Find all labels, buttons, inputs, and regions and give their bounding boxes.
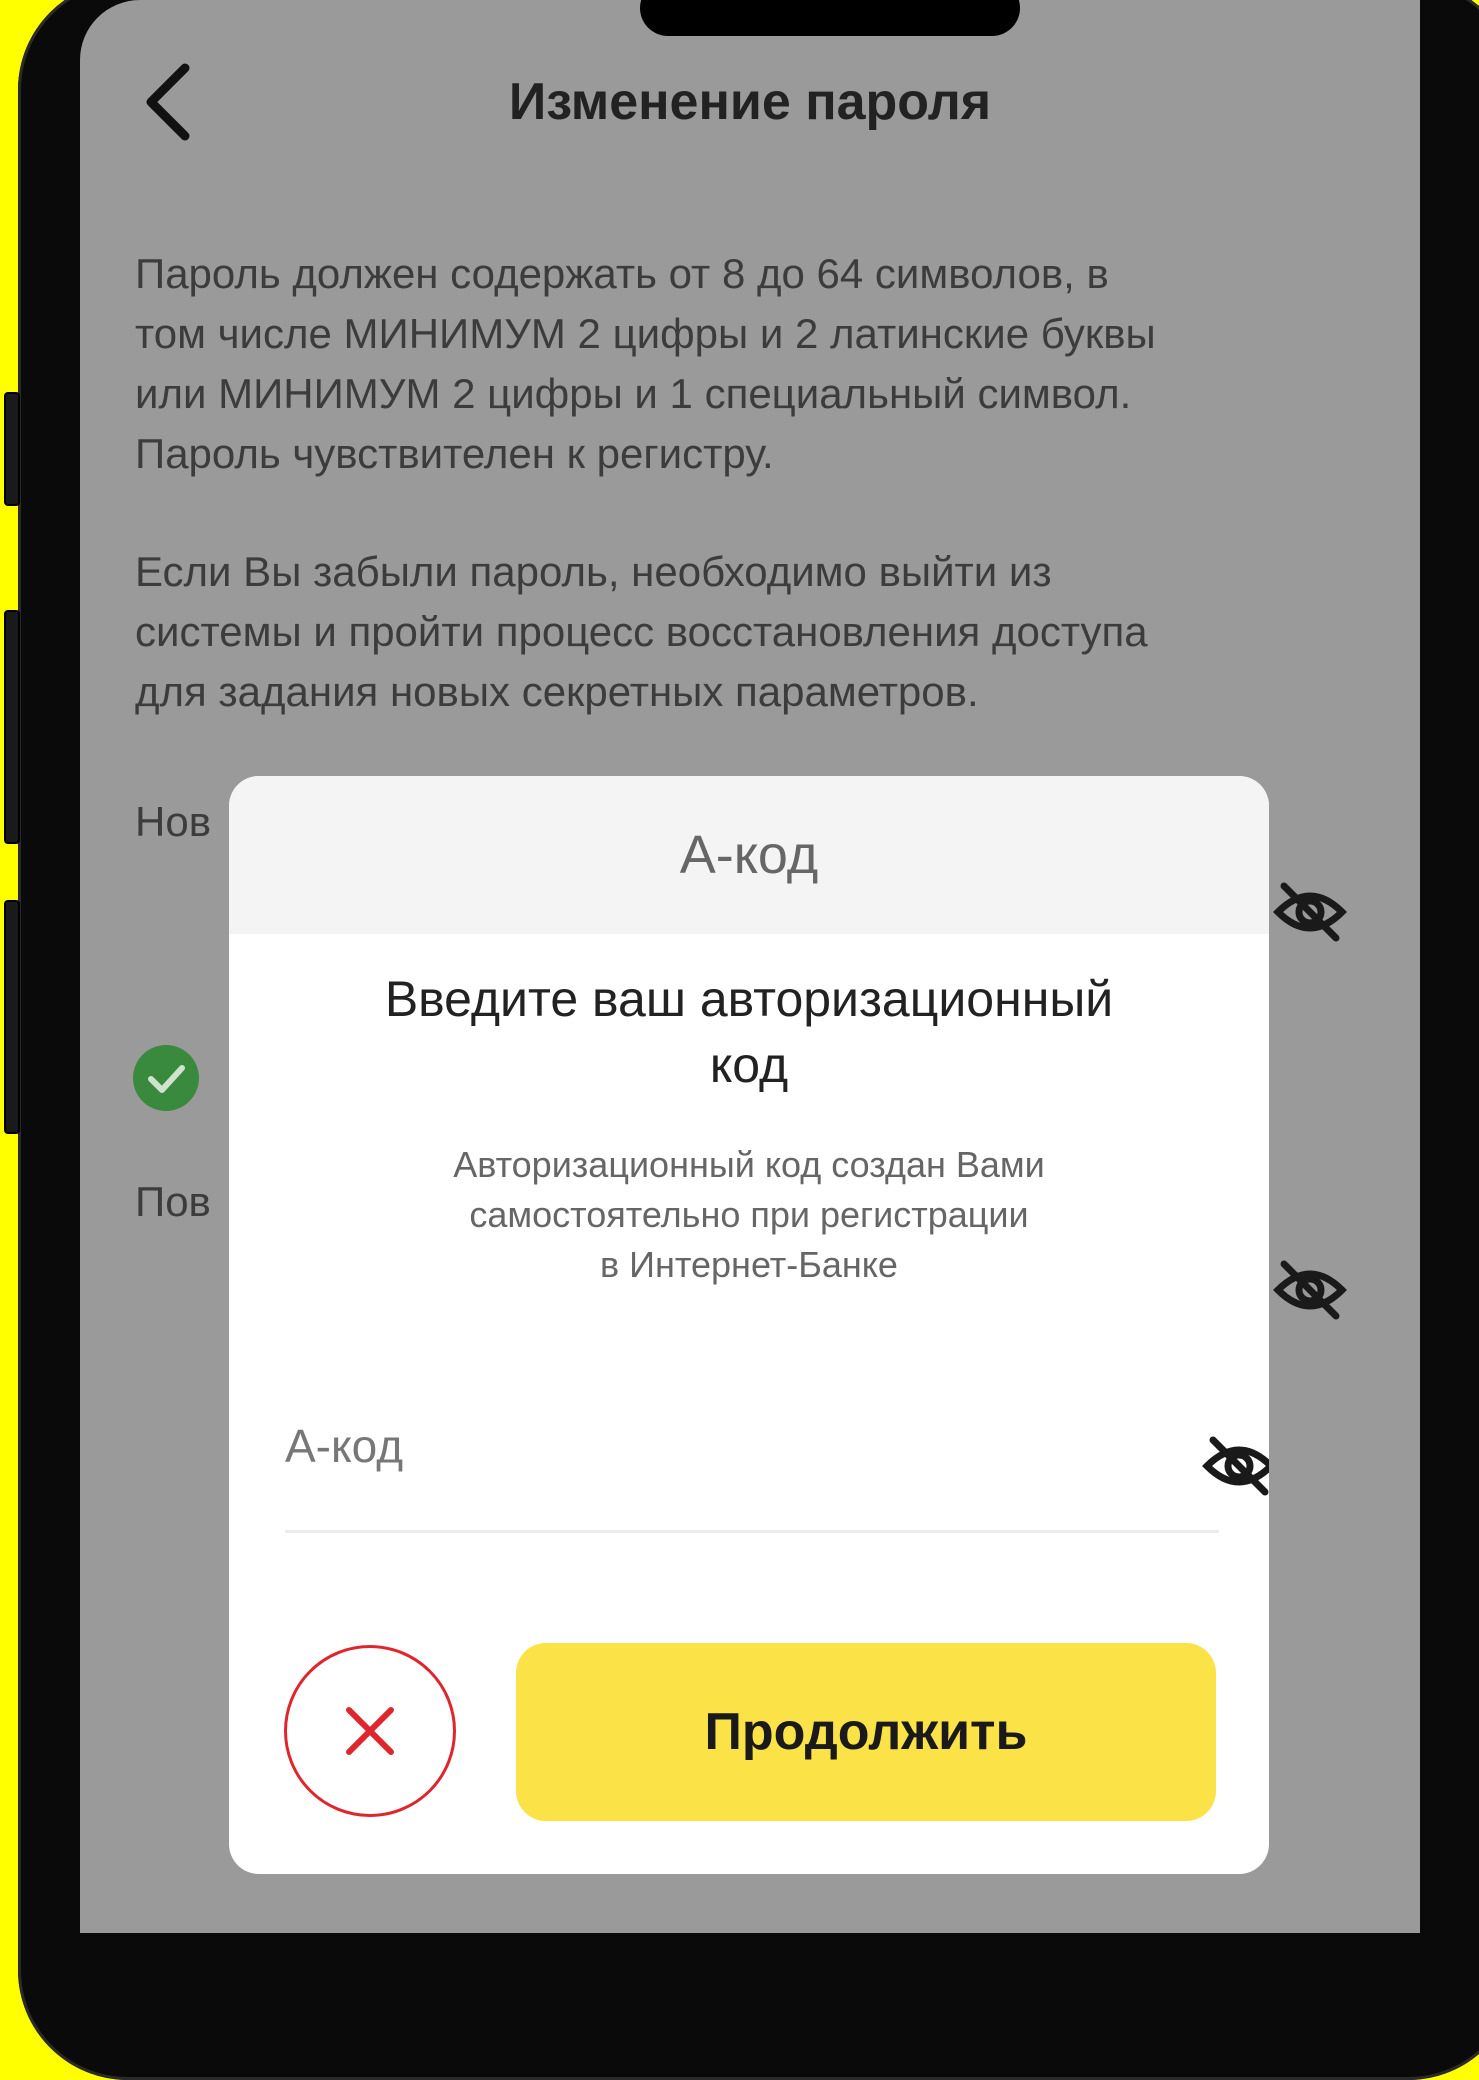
heading-line: Введите ваш авторизационный xyxy=(384,971,1114,1027)
text-line: Пароль чувствителен к регистру. xyxy=(135,430,774,477)
acode-input[interactable] xyxy=(285,1396,1105,1496)
phone-side-button xyxy=(4,392,20,506)
input-underline xyxy=(285,1530,1219,1533)
text-line: системы и пройти процесс восстановления … xyxy=(135,608,1148,655)
password-rules-text: Пароль должен содержать от 8 до 64 симво… xyxy=(135,244,1375,484)
new-password-label: Нов xyxy=(135,798,212,845)
eye-off-icon[interactable] xyxy=(1270,872,1350,952)
text-line: Пароль должен содержать от 8 до 64 симво… xyxy=(135,250,1109,297)
dialog-heading: Введите ваш авторизационный код xyxy=(269,966,1229,1098)
text-line: Если Вы забыли пароль, необходимо выйти … xyxy=(135,548,1052,595)
eye-off-icon[interactable] xyxy=(1199,1426,1269,1506)
dialog-title: А-код xyxy=(229,776,1269,934)
subtitle-line: Авторизационный код создан Вами xyxy=(453,1144,1045,1185)
phone-side-button xyxy=(4,610,20,844)
forgot-password-text: Если Вы забыли пароль, необходимо выйти … xyxy=(135,542,1375,722)
eye-off-icon[interactable] xyxy=(1270,1250,1350,1330)
text-line: для задания новых секретных параметров. xyxy=(135,668,979,715)
subtitle-line: в Интернет-Банке xyxy=(600,1244,898,1285)
continue-button[interactable]: Продолжить xyxy=(516,1643,1216,1821)
phone-side-button xyxy=(4,900,20,1134)
dynamic-island xyxy=(640,0,1020,36)
text-line: том числе МИНИМУМ 2 цифры и 2 латинские … xyxy=(135,310,1156,357)
dialog-subtitle: Авторизационный код создан Вами самостоя… xyxy=(329,1140,1169,1290)
close-icon xyxy=(346,1707,394,1755)
heading-line: код xyxy=(709,1037,789,1093)
page-title: Изменение пароля xyxy=(508,73,992,131)
cancel-button[interactable] xyxy=(284,1645,456,1817)
text-line: или МИНИМУМ 2 цифры и 1 специальный симв… xyxy=(135,370,1132,417)
repeat-password-label: Пов xyxy=(135,1178,211,1225)
subtitle-line: самостоятельно при регистрации xyxy=(469,1194,1029,1235)
check-circle-icon xyxy=(133,1045,199,1111)
